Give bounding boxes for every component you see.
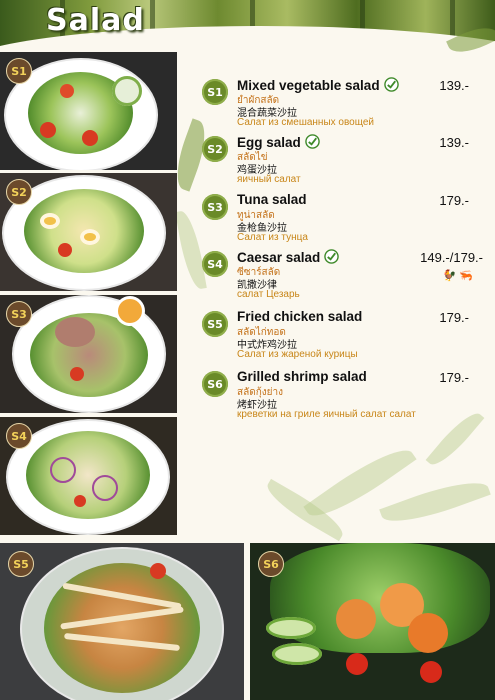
item-code-badge: S5 — [202, 311, 228, 337]
item-russian-name: креветки на гриле яичный салат салат — [237, 409, 416, 420]
page-title: Salad — [46, 3, 145, 38]
item-price: 179.- — [439, 310, 469, 325]
item-name: Grilled shrimp salad — [237, 369, 367, 384]
menu-item-s4: S4 Caesar salad 149.-/179.- 🐓 🦐 ซีซาร์สล… — [202, 249, 487, 305]
menu-page: Salad S1 S2 S3 S4 S5 S6 S1 Mixed vegetab… — [0, 0, 495, 700]
photo-s2: S2 — [0, 173, 177, 291]
menu-item-s2: S2 Egg salad 139.- สลัดไข่ 鸡蛋沙拉 яичный с… — [202, 134, 487, 190]
menu-item-s3: S3 Tuna salad 179.- ทูน่าสลัด 金枪鱼沙拉 Сала… — [202, 192, 487, 248]
item-price: 139.- — [439, 78, 469, 93]
item-name: Tuna salad — [237, 192, 307, 207]
item-russian-name: Салат из жареной курицы — [237, 349, 358, 360]
item-price: 179.- — [439, 193, 469, 208]
photo-s5: S5 — [0, 543, 244, 700]
recommended-check-icon — [383, 77, 399, 92]
item-code-badge: S3 — [202, 194, 228, 220]
item-code-badge: S6 — [202, 371, 228, 397]
photo-s6: S6 — [250, 543, 495, 700]
item-name: Mixed vegetable salad — [237, 77, 399, 93]
photo-badge: S4 — [6, 423, 32, 449]
recommended-check-icon — [305, 134, 320, 149]
menu-item-s1: S1 Mixed vegetable salad 139.- ยำผักสลัด… — [202, 77, 487, 133]
chicken-icon: 🐓 — [442, 270, 457, 282]
item-price: 149.-/179.- — [420, 250, 483, 265]
item-price: 139.- — [439, 135, 469, 150]
item-code-badge: S1 — [202, 79, 228, 105]
item-russian-name: Салат из тунца — [237, 232, 308, 243]
photo-badge: S5 — [8, 551, 34, 577]
item-price: 179.- — [439, 370, 469, 385]
menu-item-s5: S5 Fried chicken salad 179.- สลัดไก่ทอด … — [202, 309, 487, 365]
item-russian-name: салат Цезарь — [237, 289, 300, 300]
photo-badge: S1 — [6, 58, 32, 84]
item-name: Caesar salad — [237, 249, 340, 265]
photo-s1: S1 — [0, 52, 177, 170]
photo-s3: S3 — [0, 295, 177, 413]
item-russian-name: Салат из смешанных овощей — [237, 117, 374, 128]
photo-badge: S6 — [258, 551, 284, 577]
recommended-check-icon — [324, 249, 340, 264]
item-code-badge: S4 — [202, 251, 228, 277]
item-russian-name: яичный салат — [237, 174, 301, 185]
protein-options: 🐓 🦐 — [443, 269, 473, 282]
shrimp-icon: 🦐 — [459, 270, 473, 282]
photo-badge: S3 — [6, 301, 32, 327]
photo-badge: S2 — [6, 179, 32, 205]
photo-s4: S4 — [0, 417, 177, 535]
menu-item-s6: S6 Grilled shrimp salad 179.- สลัดกุ้งย่… — [202, 369, 492, 425]
item-name: Fried chicken salad — [237, 309, 363, 324]
leaf-decoration — [379, 471, 491, 533]
item-code-badge: S2 — [202, 136, 228, 162]
item-name: Egg salad — [237, 134, 320, 150]
